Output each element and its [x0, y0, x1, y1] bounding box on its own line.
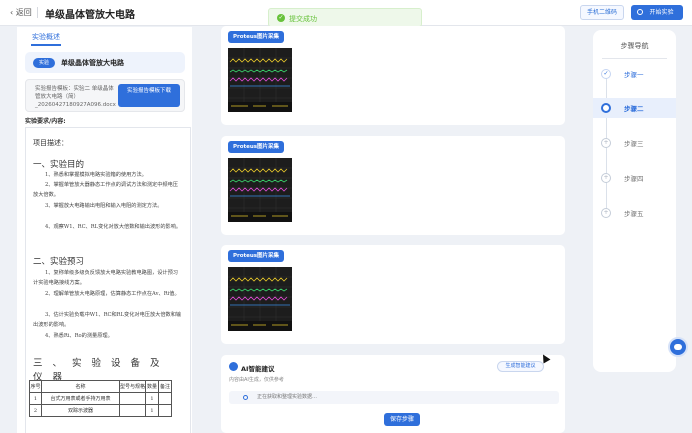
- doc-paragraph: 2、掌握单管放大器静态工作点的调试方法和测定中频电压放大倍数。: [33, 182, 178, 198]
- experiment-name: 单级晶体管放大电路: [61, 59, 124, 67]
- nav-step-1[interactable]: ✓ 步骤一: [593, 64, 676, 84]
- nav-title: 步骤导航: [620, 42, 649, 50]
- table-header: 型号与规格: [119, 380, 146, 393]
- start-experiment-label: 开始实验: [649, 9, 674, 16]
- start-experiment-button[interactable]: 开始实验: [631, 5, 683, 20]
- toast-text: 提交成功: [289, 15, 317, 23]
- experiment-badge: 实验: [33, 58, 55, 68]
- doc-paragraph: 2、理解单管放大电路原理，估算静态工作点在Av、Ri值。: [45, 291, 180, 297]
- nav-step-4[interactable]: + 步骤四: [593, 168, 676, 188]
- template-filename: 实验报告模板：实验二 单级晶体管放大电路（简）_20260427180927A0…: [35, 86, 116, 108]
- table-row: 2 双踪示波器 1: [29, 404, 172, 417]
- nav-step-2[interactable]: 步骤二: [593, 98, 676, 118]
- table-header-row: 序号 名称 型号与规格 数量 备注: [29, 380, 172, 393]
- equipment-table: 序号 名称 型号与规格 数量 备注 1 台式万用表或者手持万用表 1 2 双踪示…: [29, 380, 172, 417]
- table-header: 备注: [158, 380, 172, 393]
- table-cell: [158, 404, 172, 417]
- table-cell: [119, 392, 146, 405]
- template-card: 实验报告模板：实验二 单级晶体管放大电路（简）_20260427180927A0…: [25, 79, 185, 112]
- doc-paragraph: 1、复称单级多级负反馈放大电路实验教电路图，设计预习计实验电路接线方案。: [33, 270, 178, 286]
- generate-suggestion-button[interactable]: 生成智能建议: [497, 361, 544, 372]
- ai-status-text: 正在获取和整理实验数据…: [257, 394, 318, 400]
- step-label: 步骤三: [624, 140, 644, 148]
- oscilloscope-image[interactable]: [228, 267, 292, 331]
- plus-icon: +: [601, 173, 611, 183]
- qr-code-button[interactable]: 手机二维码: [580, 5, 624, 20]
- table-cell: 2: [29, 404, 42, 417]
- success-toast: ✓ 提交成功: [268, 8, 422, 27]
- table-cell: 1: [145, 392, 159, 405]
- table-cell: 1: [145, 404, 159, 417]
- table-cell: [158, 392, 172, 405]
- doc-paragraph: 4、观察W1、RC、RL变化对放大倍数和输出波形的影响。: [45, 224, 182, 230]
- experiment-card: 实验 单级晶体管放大电路: [25, 52, 185, 73]
- requirements-label: 实验要求/内容:: [25, 118, 66, 125]
- plus-icon: +: [601, 138, 611, 148]
- step-label: 步骤四: [624, 175, 644, 183]
- page-title: 单级晶体管放大电路: [45, 10, 135, 21]
- save-step-button[interactable]: 保存步骤: [384, 413, 420, 426]
- doc-heading-3: 三、实验设备及仪器: [33, 358, 170, 383]
- robot-icon: [674, 344, 682, 350]
- back-label: 返回: [15, 8, 32, 17]
- nav-step-3[interactable]: + 步骤三: [593, 133, 676, 153]
- step-label: 步骤一: [624, 71, 644, 79]
- check-icon: ✓: [277, 14, 285, 22]
- table-cell: 1: [29, 392, 42, 405]
- oscilloscope-image[interactable]: [228, 158, 292, 222]
- ai-status-box: 正在获取和整理实验数据…: [229, 391, 559, 404]
- proteus-capture-button[interactable]: Proteus图片采集: [228, 31, 284, 43]
- doc-paragraph: 1、熟悉和掌握模拟电路实验箱的使用方法。: [45, 172, 147, 178]
- table-header: 名称: [41, 380, 120, 393]
- table-cell: 双踪示波器: [41, 404, 120, 417]
- doc-heading-2: 二、实验预习: [33, 257, 85, 267]
- table-row: 1 台式万用表或者手持万用表 1: [29, 392, 172, 405]
- current-step-icon: [601, 103, 611, 113]
- capture-card: Proteus图片采集: [221, 245, 565, 344]
- assistant-float-button[interactable]: [668, 337, 688, 357]
- capture-card: Proteus图片采集: [221, 136, 565, 235]
- step-navigation: 步骤导航 ✓ 步骤一 步骤二 + 步骤三 + 步骤四 + 步骤五: [593, 30, 676, 372]
- steps-content: Proteus图片采集 Proteus图片采集 Proteus图片采集 AI智能…: [211, 26, 565, 433]
- proteus-capture-button[interactable]: Proteus图片采集: [228, 141, 284, 153]
- requirements-document[interactable]: 项目描述： 一、实验目的 1、熟悉和掌握模拟电路实验箱的使用方法。 2、掌握单管…: [25, 127, 191, 433]
- doc-paragraph: 4、熟悉Ri、Ro的测量原理。: [45, 333, 113, 339]
- table-cell: [119, 404, 146, 417]
- ai-title: AI智能建议: [241, 365, 275, 373]
- doc-project-label: 项目描述：: [33, 139, 68, 147]
- table-header: 数量: [145, 380, 159, 393]
- loading-icon: [243, 395, 248, 400]
- divider: [602, 58, 667, 59]
- step-label: 步骤二: [624, 105, 644, 113]
- play-icon: [637, 9, 643, 15]
- tab-underline: [31, 44, 61, 46]
- divider: [37, 7, 38, 18]
- proteus-capture-button[interactable]: Proteus图片采集: [228, 250, 284, 262]
- check-icon: ✓: [601, 69, 611, 79]
- doc-paragraph: 3、掌握放大电路输出电阻和输入电阻的测定方法。: [45, 203, 163, 209]
- ai-disclaimer: 内容由AI生成，仅供参考: [229, 377, 284, 383]
- ai-suggestion-card: AI智能建议 内容由AI生成，仅供参考 生成智能建议 正在获取和整理实验数据… …: [221, 355, 565, 433]
- nav-step-5[interactable]: + 步骤五: [593, 203, 676, 223]
- plus-icon: +: [601, 208, 611, 218]
- ai-icon: [229, 362, 238, 371]
- tab-overview[interactable]: 实验概述: [32, 32, 60, 42]
- doc-paragraph: 3、估计实验负载中W1、RC和RL变化对电压放大倍数和输出波形的影响。: [33, 312, 182, 328]
- step-label: 步骤五: [624, 210, 644, 218]
- doc-heading-1: 一、实验目的: [33, 160, 85, 170]
- template-download-button[interactable]: 实验报告模板下载: [118, 84, 180, 107]
- oscilloscope-image[interactable]: [228, 48, 292, 112]
- table-cell: 台式万用表或者手持万用表: [41, 392, 120, 405]
- capture-card: Proteus图片采集: [221, 26, 565, 125]
- table-header: 序号: [29, 380, 42, 393]
- overview-panel: 实验概述 实验 单级晶体管放大电路 实验报告模板：实验二 单级晶体管放大电路（简…: [17, 27, 192, 433]
- back-button[interactable]: ‹ 返回: [10, 7, 32, 18]
